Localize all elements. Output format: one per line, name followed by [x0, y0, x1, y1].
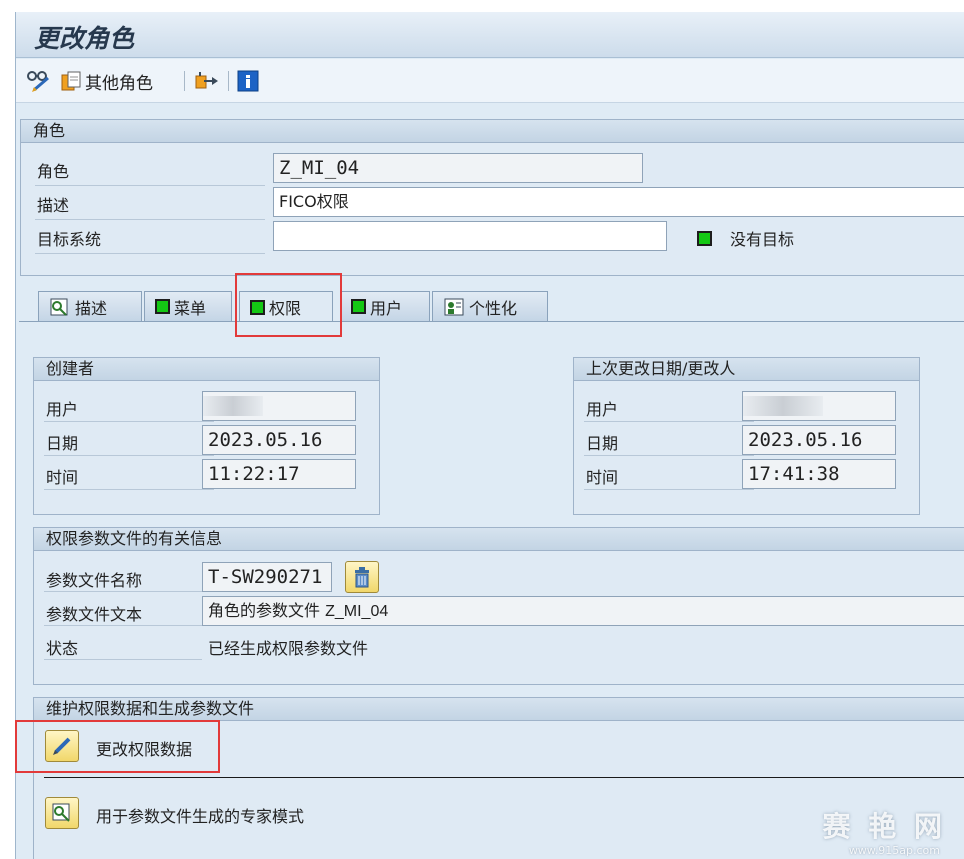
tab-body-border — [19, 321, 964, 322]
other-role-icon — [61, 71, 81, 91]
tab-strip: 描述 菜单 权限 用户 个性化 — [16, 280, 964, 322]
highlight-box-auth-tab — [235, 273, 342, 337]
creator-date-field: 2023.05.16 — [202, 425, 356, 455]
creator-group: 创建者 用户 日期 2023.05.16 时间 11:22:17 — [33, 357, 380, 515]
creator-time-label: 时间 — [46, 468, 79, 487]
info-button[interactable] — [237, 69, 259, 93]
creator-user-field — [202, 391, 356, 421]
other-role-label: 其他角色 — [85, 73, 153, 94]
tab-user[interactable]: 用户 — [340, 291, 430, 321]
creator-user-label: 用户 — [46, 400, 79, 419]
last-change-user-field — [742, 391, 896, 421]
display-change-button[interactable] — [26, 69, 52, 93]
maintain-header: 维护权限数据和生成参数文件 — [34, 698, 964, 721]
row-divider — [44, 659, 202, 660]
last-change-user-label: 用户 — [586, 400, 619, 419]
profile-name-field[interactable]: T-SW290271 — [202, 562, 332, 592]
profile-text-role: Z_MI_04 — [325, 603, 389, 620]
role-field[interactable]: Z_MI_04 — [273, 153, 643, 183]
blurred-username — [743, 396, 823, 416]
glasses-pencil-icon — [27, 71, 49, 92]
role-group-header: 角色 — [21, 120, 964, 143]
watermark-logo: 赛 艳 网 — [822, 810, 946, 843]
highlight-box-change-auth — [15, 720, 220, 773]
target-system-label: 目标系统 — [37, 230, 102, 249]
last-change-time-field: 17:41:38 — [742, 459, 896, 489]
row-divider — [584, 489, 754, 490]
green-status-icon — [697, 230, 712, 246]
last-change-date-label: 日期 — [586, 434, 619, 453]
last-change-date-field: 2023.05.16 — [742, 425, 896, 455]
blurred-username — [203, 396, 263, 416]
tab-label: 菜单 — [174, 298, 207, 318]
transport-button[interactable] — [194, 69, 220, 93]
row-divider — [35, 219, 265, 220]
tab-menu[interactable]: 菜单 — [144, 291, 232, 321]
profile-text-field: 角色的参数文件 Z_MI_04 — [202, 596, 964, 626]
tab-label: 描述 — [75, 298, 108, 318]
status-value: 已经生成权限参数文件 — [208, 639, 369, 658]
row-divider — [584, 455, 754, 456]
creator-date-label: 日期 — [46, 434, 79, 453]
glasses-icon — [49, 297, 71, 317]
expert-mode-label[interactable]: 用于参数文件生成的专家模式 — [96, 803, 304, 827]
last-change-header: 上次更改日期/更改人 — [574, 358, 919, 381]
no-target-status: 没有目标 — [697, 226, 794, 250]
last-change-group: 上次更改日期/更改人 用户 日期 2023.05.16 时间 17:41:38 — [573, 357, 920, 515]
role-label: 角色 — [37, 162, 70, 181]
row-divider — [584, 421, 754, 422]
transport-icon — [195, 72, 218, 89]
profile-text-prefix: 角色的参数文件 — [208, 601, 326, 620]
target-system-field[interactable] — [273, 221, 667, 251]
divider-line — [44, 777, 964, 778]
personalization-icon — [443, 297, 465, 317]
green-status-icon — [155, 299, 170, 314]
tab-label: 个性化 — [469, 298, 518, 318]
profile-name-label: 参数文件名称 — [46, 571, 143, 590]
last-change-time-label: 时间 — [586, 468, 619, 487]
green-status-icon — [351, 299, 366, 314]
row-divider — [44, 455, 214, 456]
info-icon — [237, 70, 259, 92]
watermark-url: www.915ap.com — [848, 844, 940, 857]
row-divider — [44, 625, 202, 626]
profile-text-label: 参数文件文本 — [46, 605, 143, 624]
title-bar: 更改角色 — [16, 12, 964, 58]
status-label: 状态 — [46, 639, 79, 658]
glasses-icon — [52, 803, 70, 822]
delete-profile-button[interactable] — [345, 561, 379, 593]
row-divider — [44, 421, 214, 422]
tab-description[interactable]: 描述 — [38, 291, 142, 321]
row-divider — [35, 253, 265, 254]
profile-info-header: 权限参数文件的有关信息 — [34, 528, 964, 551]
description-field[interactable]: FICO权限 — [273, 187, 964, 217]
application-toolbar: 其他角色 — [16, 59, 964, 103]
row-divider — [44, 591, 202, 592]
expert-mode-button[interactable] — [45, 797, 79, 829]
creator-header: 创建者 — [34, 358, 379, 381]
tab-personalization[interactable]: 个性化 — [432, 291, 548, 321]
tab-label: 用户 — [370, 298, 403, 318]
description-label: 描述 — [37, 196, 70, 215]
trash-icon — [355, 567, 369, 588]
other-role-button[interactable]: 其他角色 — [60, 69, 153, 94]
creator-time-field: 11:22:17 — [202, 459, 356, 489]
no-target-label: 没有目标 — [730, 230, 795, 249]
window-title: 更改角色 — [34, 24, 135, 53]
row-divider — [44, 489, 214, 490]
toolbar-separator — [228, 71, 229, 91]
role-group: 角色 角色 Z_MI_04 描述 FICO权限 目标系统 没有目标 — [20, 119, 964, 276]
toolbar-separator — [184, 71, 185, 91]
profile-info-group: 权限参数文件的有关信息 参数文件名称 T-SW290271 参数文件文本 角色的… — [33, 527, 964, 685]
row-divider — [35, 185, 265, 186]
